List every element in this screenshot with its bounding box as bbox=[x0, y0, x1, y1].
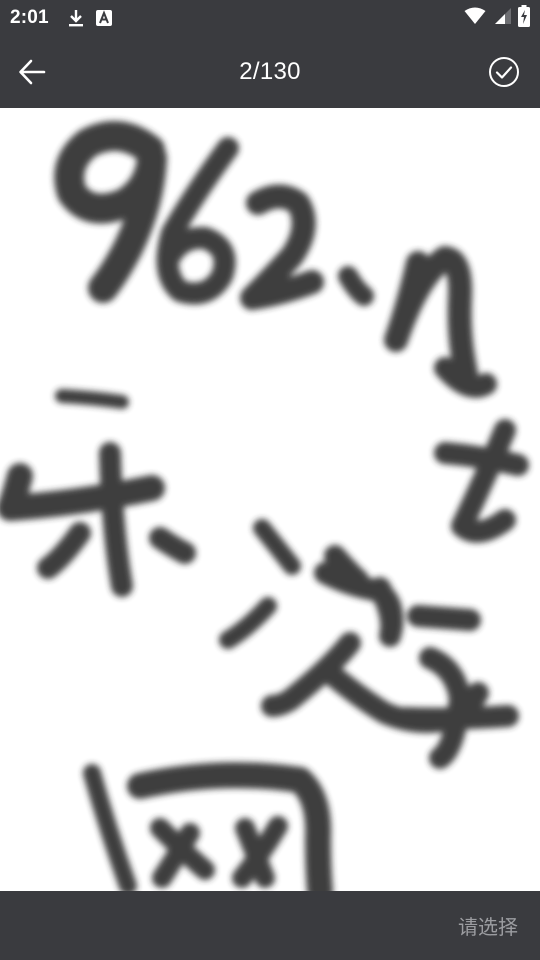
signal-icon bbox=[492, 7, 512, 30]
font-a-icon bbox=[95, 9, 113, 27]
status-time: 2:01 bbox=[10, 7, 49, 28]
select-button[interactable]: 请选择 bbox=[458, 891, 518, 960]
status-bar: 2:01 bbox=[0, 0, 540, 36]
wifi-icon bbox=[464, 7, 486, 30]
battery-charging-icon bbox=[518, 4, 530, 32]
drawing-canvas[interactable] bbox=[0, 108, 540, 891]
confirm-button[interactable] bbox=[486, 54, 522, 90]
download-icon bbox=[67, 8, 85, 28]
bottom-bar: 请选择 bbox=[0, 891, 540, 960]
check-circle-icon bbox=[489, 57, 519, 87]
page-title: 2/130 bbox=[239, 58, 301, 85]
status-right-icons bbox=[464, 0, 530, 36]
app-header: 2/130 bbox=[0, 36, 540, 108]
handwriting-image bbox=[0, 120, 529, 891]
